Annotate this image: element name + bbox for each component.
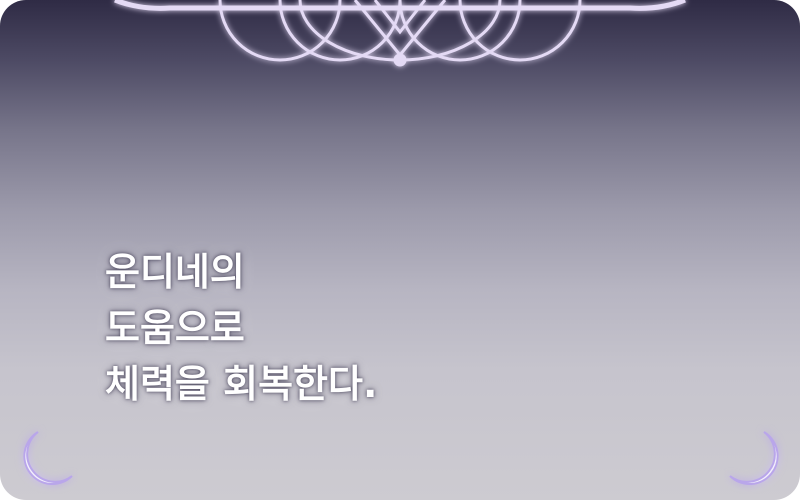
caption-line-1: 운디네의 xyxy=(105,250,245,294)
caption-line-2: 도움으로 xyxy=(105,306,245,350)
caption-line-3: 체력을 회복한다. xyxy=(105,362,378,406)
crest-ornament-icon xyxy=(114,0,686,67)
narration-caption: 운디네의 도움으로 체력을 회복한다. xyxy=(105,244,377,412)
scene-panel: 운디네의 도움으로 체력을 회복한다. xyxy=(0,0,800,500)
crescent-moon-icon xyxy=(729,431,779,486)
crescent-moon-icon xyxy=(23,431,73,486)
